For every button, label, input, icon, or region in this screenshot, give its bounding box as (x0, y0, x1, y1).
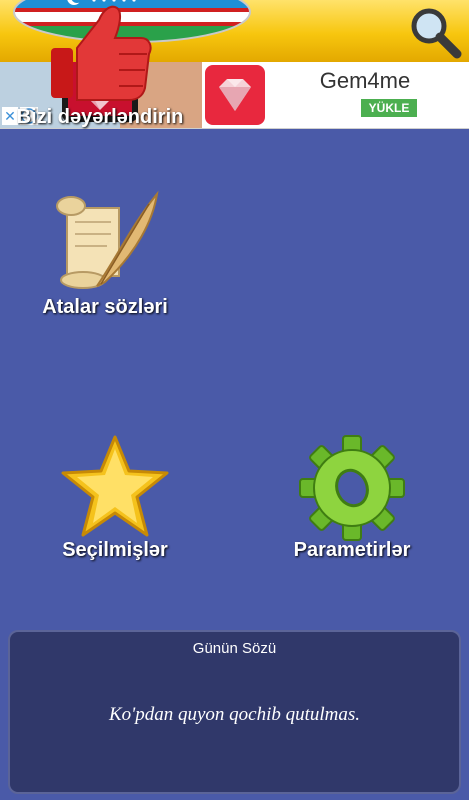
search-button[interactable] (407, 4, 463, 60)
menu-favorites[interactable]: Seçilmişlər (15, 433, 215, 603)
daily-quote-text: Ko'pdan quyon qochib qutulmas. (108, 704, 361, 725)
daily-quote-card: Günün Sözü Ko'pdan quyon qochib qutulmas… (8, 630, 461, 794)
menu-proverbs-label: Atalar sözləri (42, 296, 168, 318)
star-icon (61, 435, 169, 537)
menu-rate-us[interactable]: Bizi dəyərləndirin (0, 0, 200, 170)
scroll-quill-icon (56, 190, 159, 289)
search-icon (411, 8, 462, 59)
menu-rate-us-label: Bizi dəyərləndirin (16, 106, 184, 128)
ad-title: Gem4me (319, 68, 411, 93)
diamond-icon[interactable] (205, 65, 265, 125)
menu-proverbs[interactable]: Atalar sözləri (5, 190, 205, 360)
ad-install-button[interactable]: YÜKLE (361, 99, 417, 117)
daily-quote-title: Günün Sözü (192, 640, 277, 657)
menu-settings-label: Parametirlər (293, 539, 411, 561)
menu-favorites-label: Seçilmişlər (62, 539, 168, 561)
menu-settings[interactable]: Parametirlər (252, 433, 452, 603)
thumbs-up-icon (51, 5, 152, 101)
gear-icon (299, 435, 405, 541)
